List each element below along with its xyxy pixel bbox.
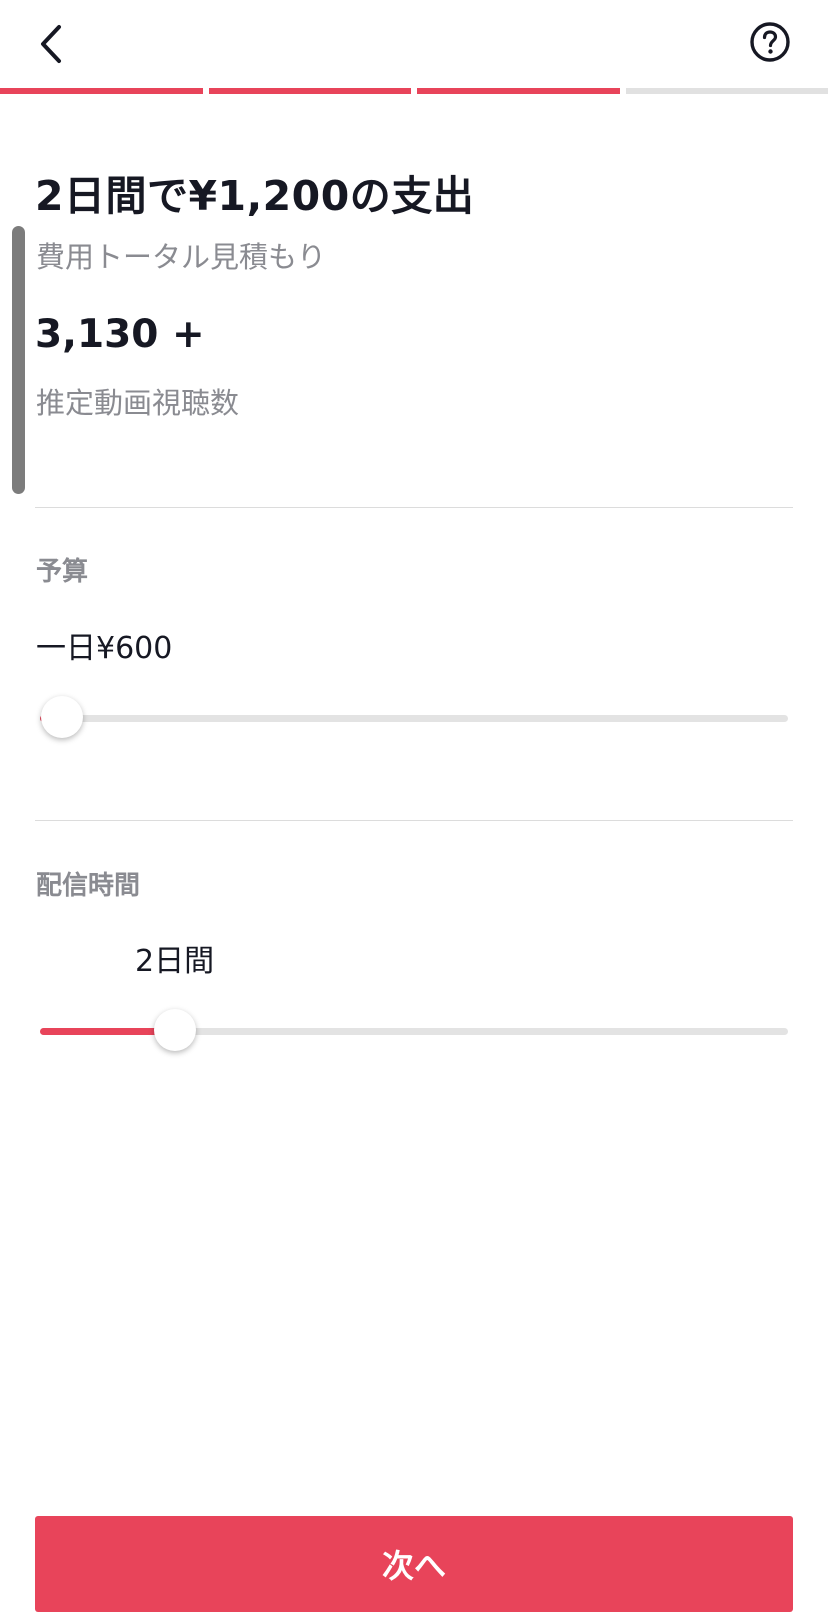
progress-step-2 (208, 88, 411, 94)
progress-step-4 (625, 88, 828, 94)
duration-slider-thumb[interactable] (153, 1009, 196, 1051)
progress-step-1 (0, 88, 203, 94)
scroll-indicator (12, 226, 25, 494)
divider (35, 820, 793, 821)
spend-summary-title: 2日間で¥1,200の支出 (35, 172, 475, 220)
estimated-views-label: 推定動画視聴数 (36, 386, 240, 420)
chevron-left-icon (41, 25, 61, 63)
step-progress-bar (0, 88, 828, 94)
question-circle-icon (750, 22, 790, 62)
duration-slider[interactable] (40, 1009, 788, 1053)
back-button[interactable] (22, 14, 82, 74)
budget-slider-track (40, 715, 788, 722)
progress-step-3 (417, 88, 620, 94)
budget-value: 一日¥600 (36, 631, 173, 666)
next-button[interactable]: 次へ (35, 1516, 793, 1612)
budget-slider[interactable] (40, 696, 788, 740)
estimated-views-value: 3,130 + (35, 312, 205, 357)
duration-section-label: 配信時間 (36, 871, 141, 901)
help-button[interactable] (748, 20, 792, 64)
divider (35, 507, 793, 508)
budget-slider-thumb[interactable] (41, 696, 84, 738)
budget-section-label: 予算 (36, 557, 89, 587)
duration-value: 2日間 (135, 944, 215, 979)
spend-summary-subtitle: 費用トータル見積もり (36, 240, 327, 274)
